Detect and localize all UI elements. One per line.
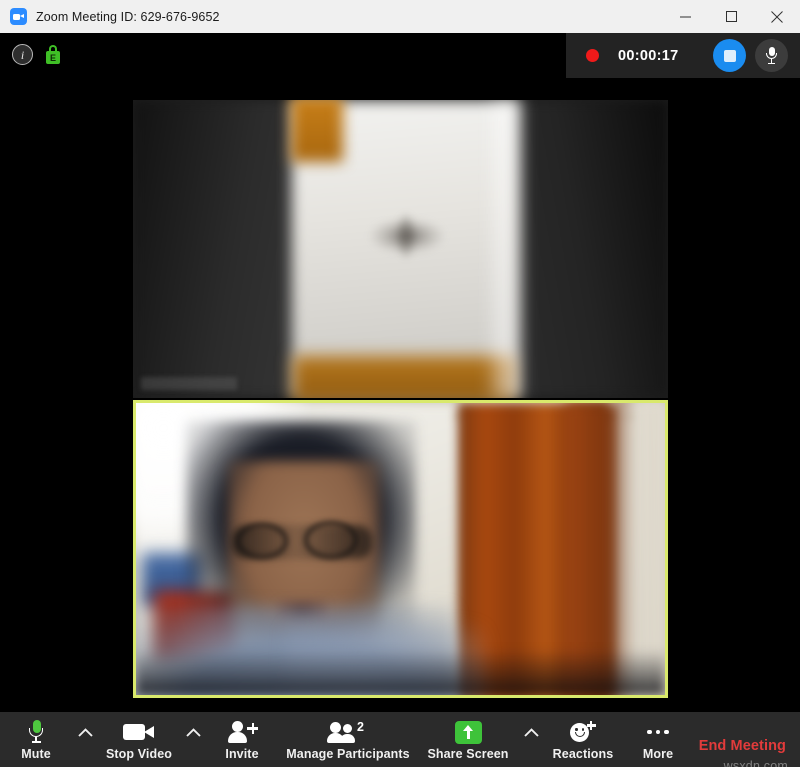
- video-content-bottom: [136, 403, 665, 695]
- video-bottom-shadow: [136, 649, 665, 695]
- reactions-button-label: Reactions: [552, 747, 614, 761]
- audio-options-chevron-up-icon[interactable]: [72, 712, 98, 767]
- window-controls: [662, 0, 800, 33]
- meeting-status-bar: i E 00:00:17: [0, 33, 800, 78]
- recording-timer: 00:00:17: [618, 47, 679, 64]
- window-title: Zoom Meeting ID: 629-676-9652: [36, 9, 220, 24]
- stop-video-button[interactable]: Stop Video: [98, 712, 180, 767]
- invite-button[interactable]: Invite: [206, 712, 278, 767]
- info-icon[interactable]: i: [12, 44, 33, 65]
- microphone-icon: [28, 719, 44, 745]
- video-background-left: [133, 100, 293, 398]
- more-button[interactable]: More: [622, 712, 694, 767]
- more-button-label: More: [642, 747, 674, 761]
- recording-controls: [713, 39, 788, 72]
- watermark: wsxdn.com: [723, 759, 788, 767]
- recording-panel: 00:00:17: [566, 33, 800, 78]
- stop-video-button-label: Stop Video: [105, 747, 173, 761]
- maximize-icon[interactable]: [708, 0, 754, 33]
- recording-mic-button[interactable]: [755, 39, 788, 72]
- person-add-icon: [228, 719, 258, 745]
- manage-participants-button-label: Manage Participants: [286, 747, 410, 761]
- participant-name-label-top: [141, 377, 237, 390]
- share-screen-button-label: Share Screen: [427, 747, 509, 761]
- video-ceiling-fan-blade: [395, 212, 417, 260]
- encryption-lock-label: E: [46, 51, 60, 64]
- minimize-icon[interactable]: [662, 0, 708, 33]
- share-screen-button[interactable]: Share Screen: [418, 712, 518, 767]
- video-light-glow: [485, 100, 529, 398]
- video-camera-icon: [123, 719, 155, 745]
- mute-button-label: Mute: [21, 747, 51, 761]
- reactions-button[interactable]: Reactions: [544, 712, 622, 767]
- zoom-camera-icon: [10, 8, 27, 25]
- smiley-add-icon: [570, 719, 596, 745]
- mute-button[interactable]: Mute: [0, 712, 72, 767]
- microphone-icon: [765, 47, 778, 64]
- status-indicators: i E: [12, 44, 61, 65]
- window-title-bar: Zoom Meeting ID: 629-676-9652: [0, 0, 800, 34]
- participant-count-badge: 2: [357, 720, 364, 734]
- invite-button-label: Invite: [225, 747, 259, 761]
- video-options-chevron-up-icon[interactable]: [180, 712, 206, 767]
- video-floor: [293, 356, 513, 398]
- share-options-chevron-up-icon[interactable]: [518, 712, 544, 767]
- zoom-meeting-window: Zoom Meeting ID: 629-676-9652 i E 00:00:: [0, 0, 800, 767]
- record-dot-icon: [586, 49, 599, 62]
- ellipsis-icon: [647, 719, 669, 745]
- participant-video-top[interactable]: [133, 100, 668, 398]
- encryption-lock-icon[interactable]: E: [45, 45, 61, 64]
- meeting-toolbar: Mute Stop Video Invite 2 Manage Particip…: [0, 712, 800, 767]
- stop-recording-button[interactable]: [713, 39, 746, 72]
- video-background-right: [513, 100, 668, 398]
- end-meeting-button[interactable]: End Meeting: [699, 738, 786, 754]
- video-stage: [0, 78, 800, 712]
- manage-participants-button[interactable]: 2 Manage Participants: [278, 712, 418, 767]
- people-icon: 2: [327, 719, 368, 745]
- participant-video-bottom[interactable]: [133, 400, 668, 698]
- stop-square-icon: [723, 49, 736, 62]
- video-person-glasses-left-lens: [236, 523, 288, 559]
- video-door-top: [291, 100, 343, 162]
- share-screen-up-arrow-icon: [454, 719, 482, 745]
- close-icon[interactable]: [754, 0, 800, 33]
- video-person-glasses-right-lens: [304, 521, 358, 559]
